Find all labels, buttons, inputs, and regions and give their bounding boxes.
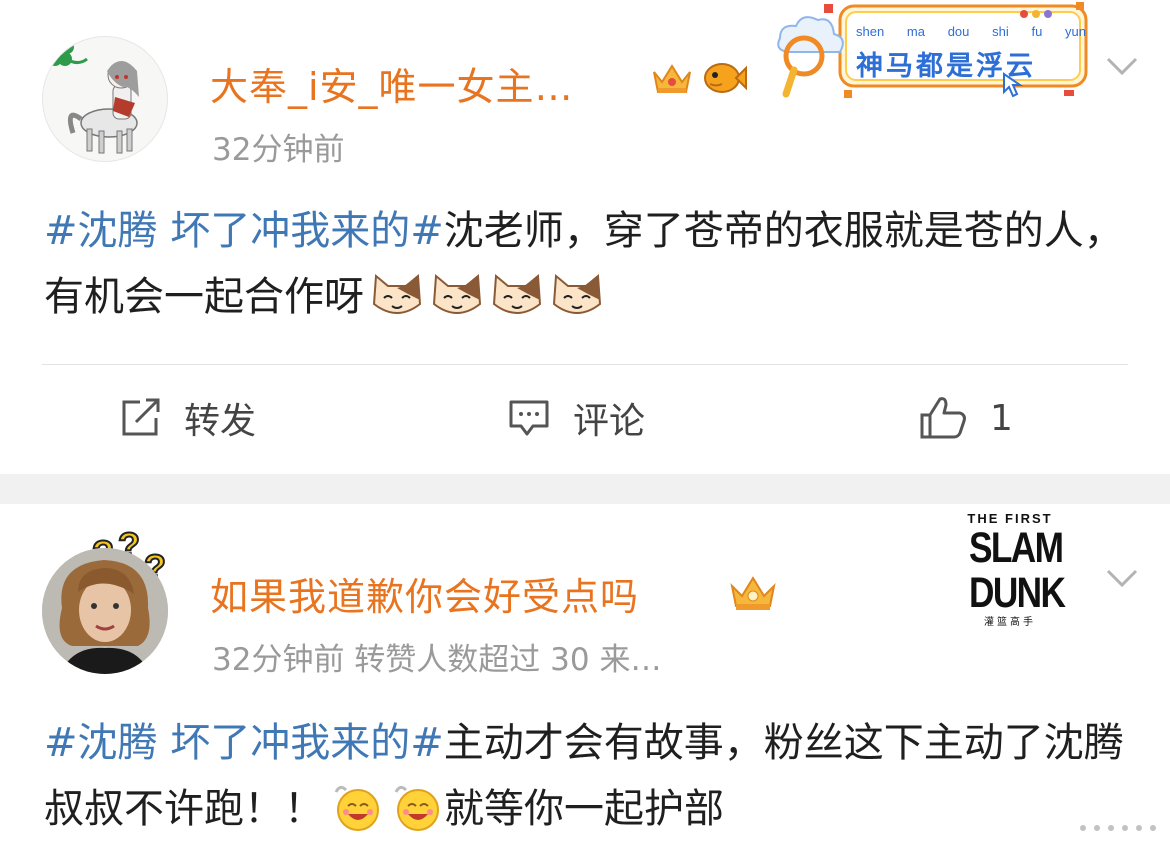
pinyin-syllable: ma	[906, 24, 925, 39]
banner-pinyin: shen ma dou shi fu yun	[856, 24, 1086, 39]
logo-line1: SLAM	[969, 524, 1064, 572]
user-avatar[interactable]	[42, 548, 168, 674]
user-avatar[interactable]	[42, 36, 168, 162]
logo-line2: DUNK	[969, 569, 1066, 617]
post-text-tail: 就等你一起护部	[444, 786, 724, 832]
grin-emoji-icon	[330, 782, 384, 832]
like-count: 1	[990, 397, 1013, 439]
cat-emoji-icon	[370, 270, 424, 320]
pinyin-syllable: yun	[1065, 24, 1086, 39]
pinyin-syllable: shi	[992, 24, 1009, 39]
post-meta: 32分钟前 转赞人数超过 30 来…	[212, 642, 662, 678]
comment-button[interactable]: 评论	[507, 392, 645, 444]
topic-link[interactable]: #沈腾 坏了冲我来的#	[44, 720, 444, 766]
decoration-card-banner[interactable]: shen ma dou shi fu yun 神马都是浮云	[774, 0, 1090, 104]
thumbs-up-icon	[920, 397, 966, 439]
username[interactable]: 大奉_i安_唯一女主…	[210, 56, 574, 111]
cat-emoji-icon	[550, 270, 604, 320]
feed-post-2: ??? 如果我道歉你会好受点吗 THE FIRST SLAM DUNK 灌篮高手	[0, 504, 1170, 854]
pinyin-syllable: dou	[947, 24, 970, 39]
banner-text: 神马都是浮云	[856, 51, 1036, 82]
feed-separator	[0, 474, 1170, 504]
pinyin-syllable: shen	[856, 24, 885, 39]
vip-crown-icon	[728, 570, 778, 618]
slam-dunk-logo[interactable]: THE FIRST SLAM DUNK 灌篮高手	[960, 512, 1066, 628]
like-button[interactable]: 1	[918, 392, 1013, 444]
grin-emoji-icon	[390, 782, 444, 832]
topic-link[interactable]: #沈腾 坏了冲我来的#	[44, 208, 444, 254]
repost-button[interactable]: 转发	[120, 392, 256, 444]
cat-emoji-icon	[490, 270, 544, 320]
post-body: #沈腾 坏了冲我来的#沈老师，穿了苍帝的衣服就是苍的人，有机会一起合作呀	[44, 198, 1134, 330]
logo-chinese-text: 灌篮高手	[984, 617, 1036, 628]
repost-icon	[122, 398, 160, 436]
chevron-down-icon[interactable]	[1104, 560, 1140, 596]
fish-badge-icon	[700, 56, 748, 104]
comment-label: 评论	[573, 401, 646, 442]
cat-emoji-icon	[430, 270, 484, 320]
username[interactable]: 如果我道歉你会好受点吗	[210, 566, 639, 621]
comment-icon	[509, 400, 549, 436]
repost-label: 转发	[184, 401, 257, 442]
feed-post-1: 大奉_i安_唯一女主… shen ma dou shi fu yun 神马都是浮…	[0, 0, 1170, 474]
divider	[42, 364, 1128, 365]
chevron-down-icon[interactable]	[1104, 48, 1140, 84]
post-time: 32分钟前	[212, 132, 345, 168]
pinyin-syllable: fu	[1031, 24, 1043, 39]
vip-crown-icon	[650, 58, 694, 102]
expand-more-dots[interactable]	[1036, 808, 1156, 848]
